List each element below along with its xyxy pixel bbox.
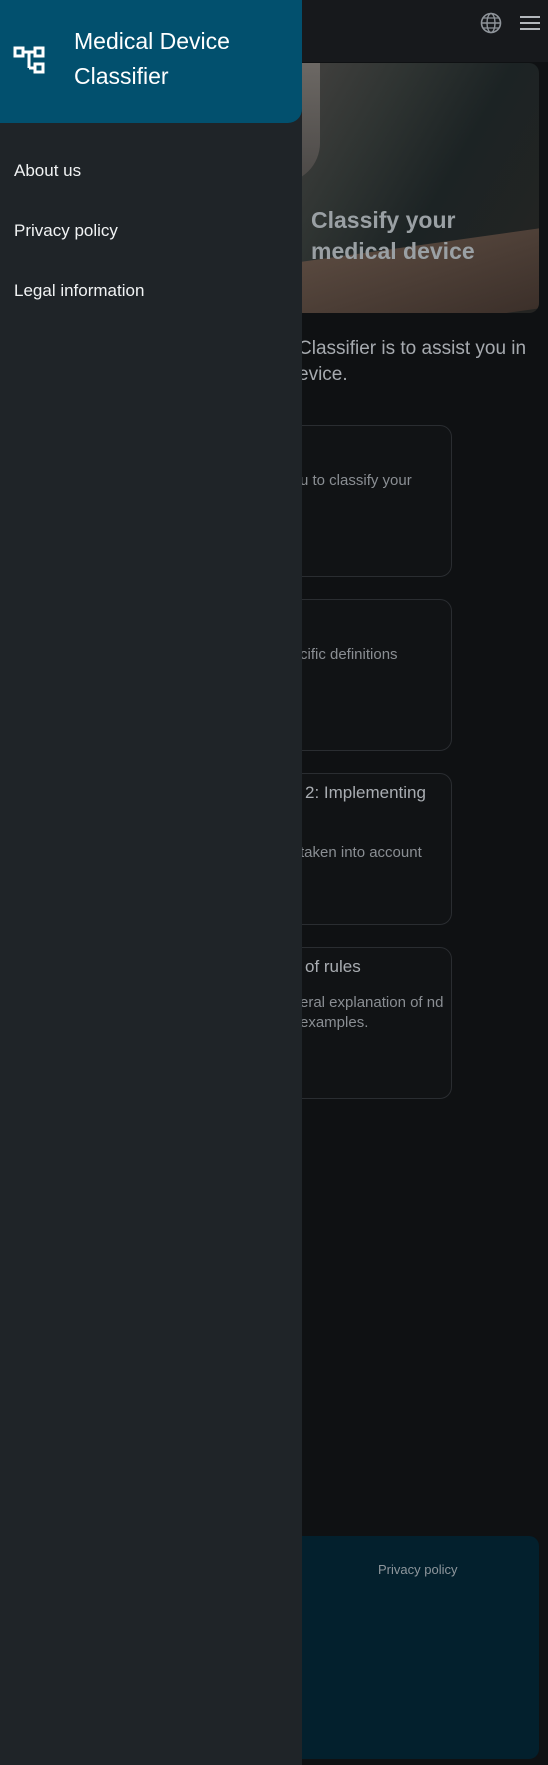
nav-item-legal-information[interactable]: Legal information: [14, 281, 144, 301]
navigation-drawer: Medical Device Classifier About us Priva…: [0, 0, 302, 1765]
drawer-title: Medical Device Classifier: [74, 28, 230, 89]
nav-item-privacy-policy[interactable]: Privacy policy: [14, 221, 118, 241]
sitemap-icon: [13, 46, 45, 74]
nav-item-about-us[interactable]: About us: [14, 161, 81, 181]
drawer-header: Medical Device Classifier: [0, 0, 302, 123]
